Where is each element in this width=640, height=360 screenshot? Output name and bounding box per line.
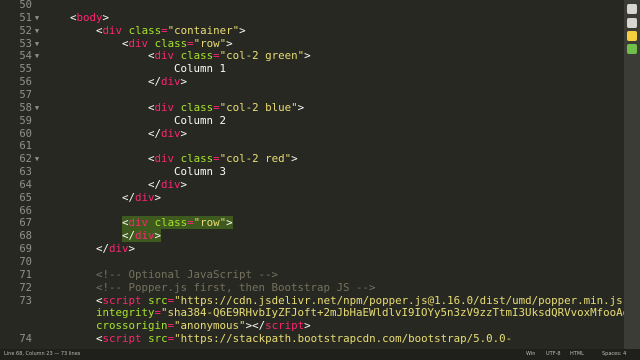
line-number: 68	[19, 230, 32, 243]
line-number: 54	[19, 50, 32, 63]
code-line[interactable]: 69 </div>	[0, 242, 624, 256]
line-endings[interactable]: Win	[526, 349, 535, 360]
code-editor[interactable]: 50 51 ▼ <body> 52 ▼ <div class="container"> 5…	[0, 0, 640, 349]
fold-arrow-icon[interactable]: ▼	[33, 50, 41, 63]
line-number: 51	[19, 11, 32, 24]
line-number: 70	[19, 256, 32, 268]
line-number: 71	[19, 268, 32, 281]
encoding[interactable]: UTF-8	[546, 349, 561, 360]
line-number: 55	[19, 63, 32, 76]
line-number: 58	[19, 101, 32, 114]
code-line[interactable]: 56 </div>	[0, 75, 624, 89]
right-sidebar	[624, 0, 640, 349]
fold-arrow-icon[interactable]: ▼	[33, 25, 41, 38]
line-number: 65	[19, 191, 32, 204]
code-line[interactable]: 65 </div>	[0, 190, 624, 205]
line-number: 56	[19, 76, 32, 89]
line-number: 60	[19, 127, 32, 140]
code-text: </div>	[122, 190, 162, 204]
git-icon[interactable]	[627, 18, 637, 28]
line-number: 53	[19, 37, 32, 50]
bookmark-icon[interactable]	[627, 4, 637, 14]
indentation[interactable]: Spaces: 4	[602, 349, 626, 360]
line-number: 57	[19, 88, 32, 101]
code-text: <script src="https://stackpath.bootstrap…	[96, 332, 513, 346]
fold-arrow-icon[interactable]: ▼	[33, 153, 41, 166]
line-number: 63	[19, 166, 32, 179]
status-bar: Line 68, Column 23 — 73 lines Win UTF-8 …	[0, 349, 640, 360]
code-line[interactable]: 74 <script src="https://stackpath.bootst…	[0, 332, 624, 346]
code-text: </div>	[148, 126, 188, 140]
code-text: </div>	[96, 242, 136, 256]
line-number: 61	[19, 140, 32, 153]
line-number: 69	[19, 243, 32, 256]
line-number: 74	[19, 333, 32, 346]
extension-icon[interactable]	[627, 31, 637, 41]
line-number: 73	[19, 294, 32, 307]
folder-icon[interactable]	[627, 44, 637, 54]
line-number: 52	[19, 24, 32, 37]
fold-arrow-icon[interactable]: ▼	[33, 12, 41, 25]
code-line[interactable]: 60 </div>	[0, 126, 624, 141]
line-number: 64	[19, 178, 32, 191]
line-number: 62	[19, 153, 32, 166]
line-number: 66	[19, 204, 32, 217]
code-text: </div>	[148, 75, 188, 89]
line-number: 67	[19, 217, 32, 230]
syntax-mode[interactable]: HTML	[570, 349, 584, 360]
fold-arrow-icon[interactable]: ▼	[33, 38, 41, 51]
line-number: 72	[19, 281, 32, 294]
line-number: 50	[19, 0, 32, 11]
fold-arrow-icon[interactable]: ▼	[33, 102, 41, 115]
cursor-position[interactable]: Line 68, Column 23 — 73 lines	[4, 349, 80, 360]
line-number: 59	[19, 114, 32, 127]
